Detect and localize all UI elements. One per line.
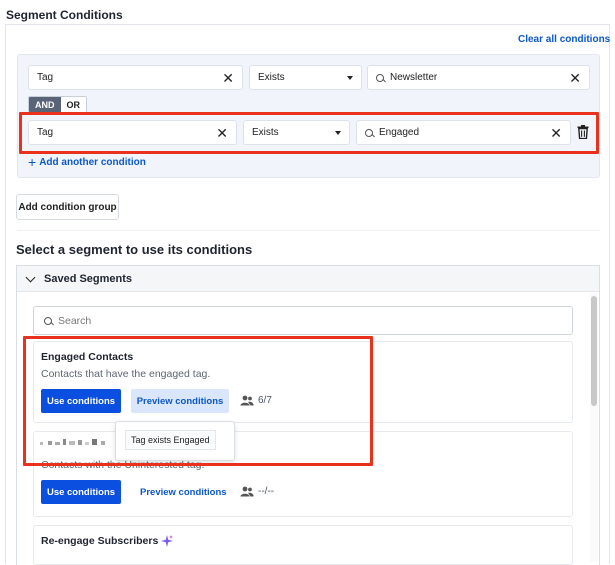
segment-count: --/--	[240, 486, 274, 497]
condition-field-value: Tag	[37, 72, 54, 83]
segment-card	[33, 431, 573, 517]
search-placeholder: Search	[58, 314, 92, 327]
segment-count-value: 6/7	[258, 395, 272, 406]
condition-value-text: Engaged	[379, 127, 420, 138]
search-icon	[376, 73, 384, 82]
segment-card-title: Engaged Contacts	[41, 351, 134, 363]
chevron-down-icon	[347, 75, 353, 80]
condition-value-input-2[interactable]: Engaged ✕	[356, 120, 571, 145]
segment-card-title-row: Re-engage Subscribers	[41, 535, 174, 547]
logic-toggle: AND OR	[28, 96, 87, 113]
users-icon	[240, 395, 254, 406]
segment-card-description: Contacts that have the engaged tag.	[41, 368, 211, 380]
select-segment-heading: Select a segment to use its conditions	[16, 242, 253, 257]
add-another-label: Add another condition	[39, 156, 146, 168]
condition-operator-select-2[interactable]: Exists	[243, 120, 350, 145]
search-icon	[44, 316, 52, 325]
use-conditions-button[interactable]: Use conditions	[41, 480, 121, 504]
clear-icon[interactable]: ✕	[550, 126, 562, 140]
condition-field-select-2[interactable]: Tag ✕	[28, 120, 237, 145]
redacted-title	[40, 439, 105, 445]
segment-search-input[interactable]: Search	[33, 306, 573, 335]
plus-icon: +	[28, 154, 37, 170]
search-icon	[365, 128, 373, 137]
clear-all-conditions-link[interactable]: Clear all conditions	[518, 34, 610, 45]
sparkle-icon	[161, 535, 174, 547]
chevron-down-icon	[335, 130, 341, 135]
trash-icon[interactable]	[577, 125, 589, 139]
condition-value-text: Newsletter	[390, 72, 438, 83]
condition-field-select-1[interactable]: Tag ✕	[28, 65, 243, 90]
clear-icon[interactable]: ✕	[569, 71, 581, 85]
users-icon	[240, 486, 254, 497]
segment-count-value: --/--	[258, 486, 275, 497]
section-title: Segment Conditions	[6, 8, 123, 22]
add-another-condition-link[interactable]: + Add another condition	[28, 155, 146, 169]
chevron-down-icon	[25, 272, 36, 282]
scrollbar-thumb[interactable]	[591, 296, 597, 406]
condition-field-value: Tag	[37, 127, 54, 138]
and-toggle-button[interactable]: AND	[29, 97, 61, 112]
segment-count: 6/7	[240, 395, 272, 406]
condition-value-input-1[interactable]: Newsletter ✕	[367, 65, 590, 90]
tooltip-condition-chip: Tag exists Engaged	[125, 430, 216, 450]
clear-icon[interactable]: ✕	[216, 126, 228, 140]
clear-icon[interactable]: ✕	[222, 71, 234, 85]
saved-segments-title: Saved Segments	[44, 272, 133, 285]
condition-operator-value: Exists	[252, 127, 279, 138]
condition-operator-value: Exists	[258, 72, 285, 83]
preview-conditions-button[interactable]: Preview conditions	[140, 480, 227, 504]
or-toggle-button[interactable]: OR	[60, 97, 86, 112]
divider	[17, 230, 600, 231]
preview-conditions-button[interactable]: Preview conditions	[131, 389, 229, 413]
condition-operator-select-1[interactable]: Exists	[249, 65, 362, 90]
use-conditions-button[interactable]: Use conditions	[41, 389, 121, 413]
saved-segments-header[interactable]: Saved Segments	[17, 266, 599, 292]
add-condition-group-button[interactable]: Add condition group	[16, 194, 119, 220]
segment-card-title: Re-engage Subscribers	[41, 535, 159, 547]
